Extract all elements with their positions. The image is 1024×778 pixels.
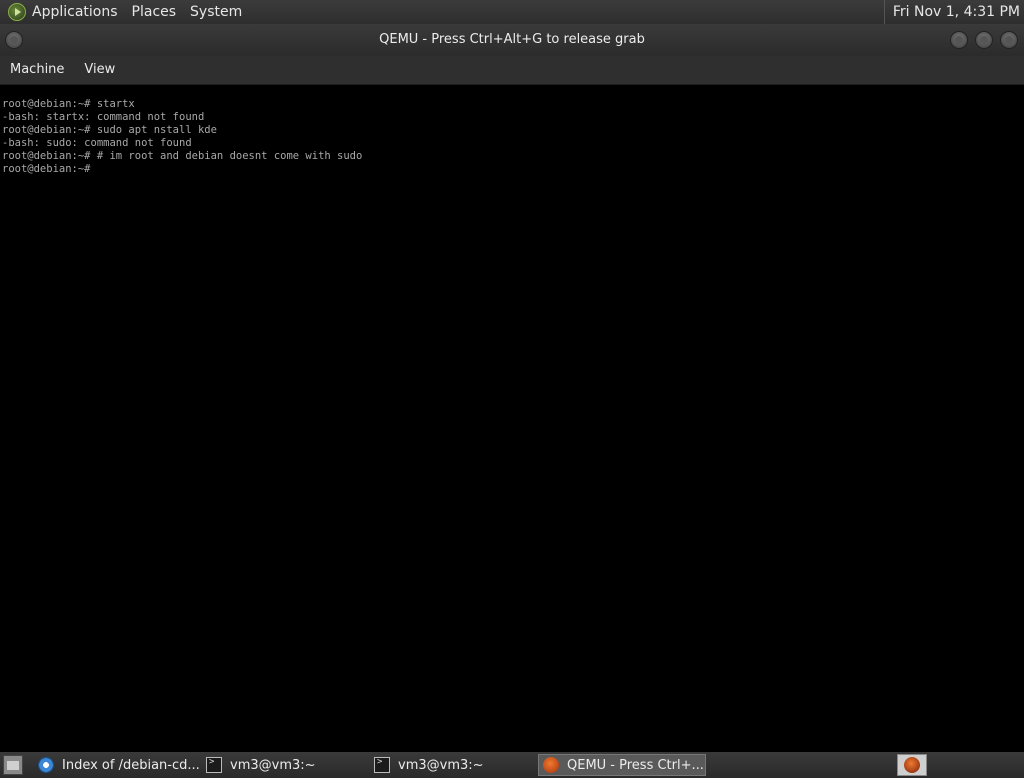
qemu-menubar: Machine View <box>0 56 1024 85</box>
applications-menu-label: Applications <box>32 4 118 20</box>
qemu-icon <box>543 757 559 773</box>
maximize-button[interactable] <box>975 31 993 49</box>
taskbar-item-label: vm3@vm3:~ <box>230 757 316 773</box>
applications-logo-icon <box>8 3 26 21</box>
terminal-icon <box>374 757 390 773</box>
terminal-line: -bash: startx: command not found <box>2 111 205 123</box>
taskbar-item-label: QEMU - Press Ctrl+... <box>567 757 704 773</box>
taskbar-item-terminal-2[interactable]: vm3@vm3:~ <box>370 754 536 776</box>
machine-menu[interactable]: Machine <box>0 56 74 84</box>
close-button[interactable] <box>1000 31 1018 49</box>
window-title: QEMU - Press Ctrl+Alt+G to release grab <box>379 32 645 47</box>
panel-clock[interactable]: Fri Nov 1, 4:31 PM <box>883 0 1020 24</box>
taskbar-item-label: Index of /debian-cd... <box>62 757 200 773</box>
terminal-prompt: root@debian:~# <box>2 163 91 175</box>
top-panel: Applications Places System Fri Nov 1, 4:… <box>0 0 1024 24</box>
vm-display[interactable]: root@debian:~# startx -bash: startx: comm… <box>0 85 1024 750</box>
terminal-line: root@debian:~# # im root and debian does… <box>2 150 363 162</box>
terminal-line: root@debian:~# startx <box>2 98 135 110</box>
taskbar-item-terminal-1[interactable]: vm3@vm3:~ <box>202 754 368 776</box>
bottom-taskbar: Index of /debian-cd... vm3@vm3:~ vm3@vm3… <box>0 752 1024 778</box>
window-titlebar[interactable]: QEMU - Press Ctrl+Alt+G to release grab <box>0 24 1024 56</box>
taskbar-item-browser[interactable]: Index of /debian-cd... <box>34 754 200 776</box>
show-desktop-icon[interactable] <box>3 755 23 775</box>
terminal-line: -bash: sudo: command not found <box>2 137 192 149</box>
system-menu[interactable]: System <box>183 0 249 24</box>
taskbar-item-qemu[interactable]: QEMU - Press Ctrl+... <box>538 754 706 776</box>
view-menu[interactable]: View <box>74 56 125 84</box>
places-menu[interactable]: Places <box>125 0 184 24</box>
applications-menu[interactable]: Applications <box>0 0 125 24</box>
minimize-button[interactable] <box>950 31 968 49</box>
taskbar-item-label: vm3@vm3:~ <box>398 757 484 773</box>
terminal-icon <box>206 757 222 773</box>
terminal-output: root@debian:~# startx -bash: startx: comm… <box>2 98 362 176</box>
terminal-line: root@debian:~# sudo apt nstall kde <box>2 124 217 136</box>
qemu-tray-icon <box>904 757 920 773</box>
browser-globe-icon <box>38 757 54 773</box>
tray-qemu-button[interactable] <box>897 754 927 776</box>
